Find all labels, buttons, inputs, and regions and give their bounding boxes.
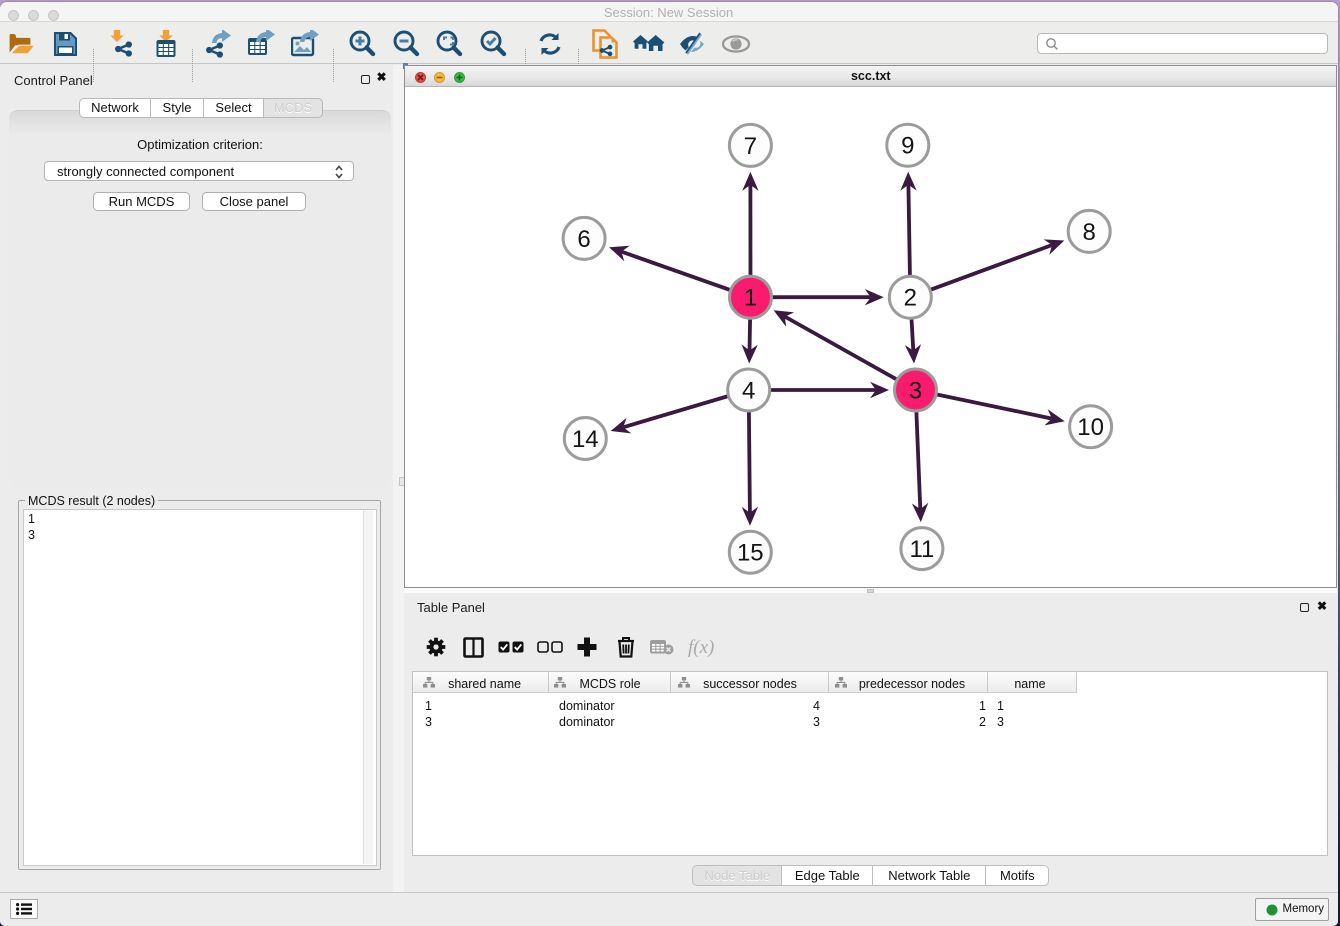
svg-text:2: 2 xyxy=(904,285,917,312)
svg-text:1: 1 xyxy=(744,285,757,312)
svg-text:14: 14 xyxy=(572,426,599,453)
svg-text:11: 11 xyxy=(910,536,935,563)
svg-text:7: 7 xyxy=(744,133,757,160)
svg-text:4: 4 xyxy=(742,378,755,405)
svg-text:9: 9 xyxy=(901,133,914,160)
svg-text:15: 15 xyxy=(737,540,764,567)
svg-text:3: 3 xyxy=(909,378,922,405)
svg-text:6: 6 xyxy=(578,226,591,253)
svg-text:8: 8 xyxy=(1083,219,1096,246)
svg-text:10: 10 xyxy=(1078,414,1105,441)
